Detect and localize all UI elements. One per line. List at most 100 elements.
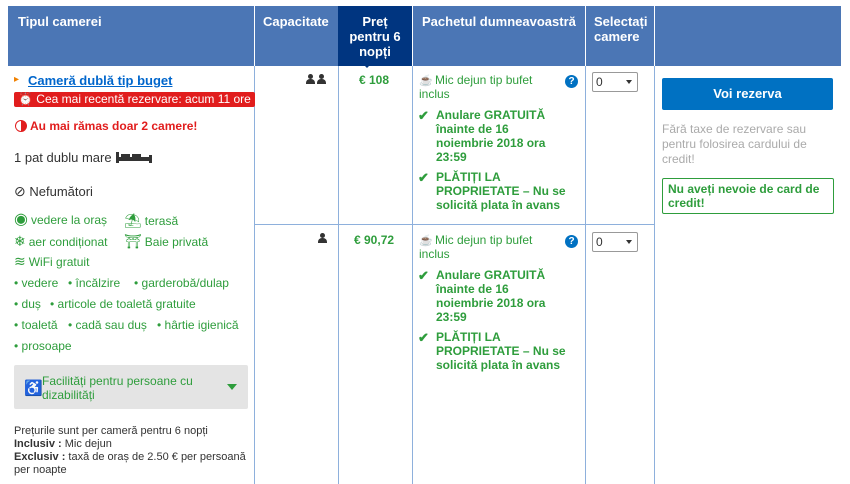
- meal-info: ☕ Mic dejun tip bufet inclus: [419, 233, 559, 261]
- help-icon[interactable]: ?: [565, 75, 578, 88]
- header-package: Pachetul dumneavoastră: [422, 14, 576, 29]
- header-divider: [585, 6, 586, 66]
- alarm-clock-icon: ⏰: [18, 92, 33, 106]
- exclusiv-label: Exclusiv :: [14, 451, 66, 463]
- inclusiv-value: Mic dejun: [61, 438, 112, 450]
- reserve-button[interactable]: Voi rezerva: [662, 78, 833, 110]
- price-option-2: € 90,72: [354, 233, 395, 247]
- recent-booking-badge: ⏰ Cea mai recentă rezervare: acum 11 ore: [14, 92, 255, 107]
- amenity-label: încălzire: [75, 276, 121, 290]
- help-icon[interactable]: ?: [565, 235, 578, 248]
- fees-note: Fără taxe de rezervare sau pentru folosi…: [662, 122, 807, 166]
- meal-info: ☕ Mic dejun tip bufet inclus: [419, 73, 559, 101]
- facility-label: Baie privată: [144, 235, 209, 249]
- no-card-badge: Nu aveți nevoie de card de credit!: [662, 178, 834, 214]
- facility-air-conditioning: ❄ aer condiționat: [14, 233, 107, 250]
- header-select-line2: camere: [594, 29, 640, 44]
- amenity-item: • hârtie igienică: [157, 318, 239, 332]
- amenity-label: toaletă: [21, 318, 58, 332]
- header-divider: [254, 6, 255, 66]
- payment-policy: PLĂTIȚI LA PROPRIETATE – Nu se solicită …: [436, 170, 566, 212]
- facility-city-view: ◉ vedere la oraș: [14, 209, 107, 229]
- one-person-icon: [318, 232, 329, 246]
- amenity-label: hârtie igienică: [164, 318, 239, 332]
- amenity-item: • articole de toaletă gratuite: [50, 297, 196, 311]
- facility-wifi: ≋ WiFi gratuit: [14, 253, 89, 270]
- meal-text: Mic dejun tip bufet inclus: [419, 73, 533, 101]
- eye-icon: ◉: [14, 211, 28, 228]
- column-divider: [654, 66, 655, 484]
- room-name-link[interactable]: Cameră dublă tip buget: [28, 73, 172, 88]
- facility-terrace: ⛱ terasă: [124, 212, 178, 229]
- bed-info: 1 pat dublu mare: [14, 150, 153, 165]
- caret-down-icon: [227, 384, 237, 390]
- facility-label: terasă: [144, 214, 179, 228]
- coffee-cup-icon: ☕: [419, 75, 433, 87]
- header-price-line1: Preț: [362, 14, 388, 29]
- amenity-label: articole de toaletă gratuite: [57, 297, 196, 311]
- check-icon: ✔: [418, 108, 429, 123]
- no-smoking-info: ⊘ Nefumători: [14, 183, 93, 200]
- check-icon: ✔: [418, 170, 429, 185]
- terrace-icon: ⛱: [124, 212, 142, 228]
- no-smoking-icon: ⊘: [14, 183, 26, 199]
- bed-icon: [116, 152, 153, 163]
- amenity-item: • duș: [14, 297, 41, 311]
- cancel-policy: Anulare GRATUITĂ înainte de 16 noiembrie…: [436, 268, 546, 324]
- recent-booking-text: Cea mai recentă rezervare: acum 11 ore: [36, 92, 251, 106]
- price-note-line: Prețurile sunt per cameră pentru 6 nopți: [14, 425, 208, 437]
- header-room-type: Tipul camerei: [18, 14, 102, 29]
- check-icon: ✔: [418, 330, 429, 345]
- facility-label: WiFi gratuit: [28, 255, 90, 269]
- facility-label: aer condiționat: [28, 235, 108, 249]
- price-note: Prețurile sunt per cameră pentru 6 nopți…: [14, 425, 254, 477]
- room-count-select[interactable]: 0: [592, 72, 638, 92]
- bed-text: 1 pat dublu mare: [14, 150, 112, 165]
- meal-text: Mic dejun tip bufet inclus: [419, 233, 533, 261]
- header-capacity: Capacitate: [263, 14, 329, 29]
- urgency-message: Au mai rămas doar 2 camere!: [15, 119, 197, 133]
- room-count-select[interactable]: 0: [592, 232, 638, 252]
- room-arrow-icon: ▸: [14, 74, 20, 85]
- price-note-exclusiv: Exclusiv : taxă de oraș de 2.50 € per pe…: [14, 451, 254, 477]
- amenity-label: duș: [21, 297, 41, 311]
- column-divider: [254, 66, 255, 484]
- check-icon: ✔: [418, 268, 429, 283]
- caret-down-icon: [626, 80, 632, 84]
- price-option-1: € 108: [359, 73, 390, 87]
- amenity-label: cadă sau duș: [75, 318, 147, 332]
- amenity-item: • încălzire: [68, 276, 121, 290]
- header-price-line3: nopți: [359, 44, 391, 59]
- amenity-item: • toaletă: [14, 318, 58, 332]
- row-divider: [254, 224, 655, 225]
- wheelchair-icon: ♿: [24, 380, 43, 397]
- header-divider: [654, 6, 655, 66]
- snowflake-icon: ❄: [14, 233, 26, 249]
- header-select: Selectați camere: [594, 14, 654, 74]
- caret-down-icon: [626, 240, 632, 244]
- urgency-text: Au mai rămas doar 2 camere!: [30, 119, 198, 133]
- price-sort-arrow: [359, 60, 375, 68]
- shower-icon: ⛩: [124, 233, 142, 249]
- column-divider: [585, 66, 586, 484]
- facility-private-bath: ⛩ Baie privată: [124, 233, 208, 250]
- no-smoking-text: Nefumători: [29, 184, 93, 199]
- column-divider: [412, 66, 413, 484]
- amenity-label: vedere: [21, 276, 59, 290]
- column-divider: [338, 66, 339, 484]
- header-price-line2: pentru 6: [349, 29, 401, 44]
- amenity-label: prosoape: [21, 339, 72, 353]
- price-note-inclusiv: Inclusiv : Mic dejun: [14, 438, 254, 451]
- wifi-icon: ≋: [14, 253, 26, 269]
- facility-label: vedere la oraș: [30, 213, 108, 227]
- amenity-item: • garderobă/dulap: [134, 276, 229, 290]
- cancel-policy: Anulare GRATUITĂ înainte de 16 noiembrie…: [436, 108, 546, 164]
- amenity-label: garderobă/dulap: [141, 276, 229, 290]
- two-persons-icon: [306, 73, 328, 87]
- accessibility-dropdown[interactable]: ♿ Facilități pentru persoane cu dizabili…: [14, 365, 248, 409]
- amenity-item: • prosoape: [14, 339, 72, 353]
- header-price: Preț pentru 6 nopți: [338, 6, 412, 66]
- inclusiv-label: Inclusiv :: [14, 438, 62, 450]
- payment-policy: PLĂTIȚI LA PROPRIETATE – Nu se solicită …: [436, 330, 566, 372]
- select-value: 0: [596, 235, 603, 249]
